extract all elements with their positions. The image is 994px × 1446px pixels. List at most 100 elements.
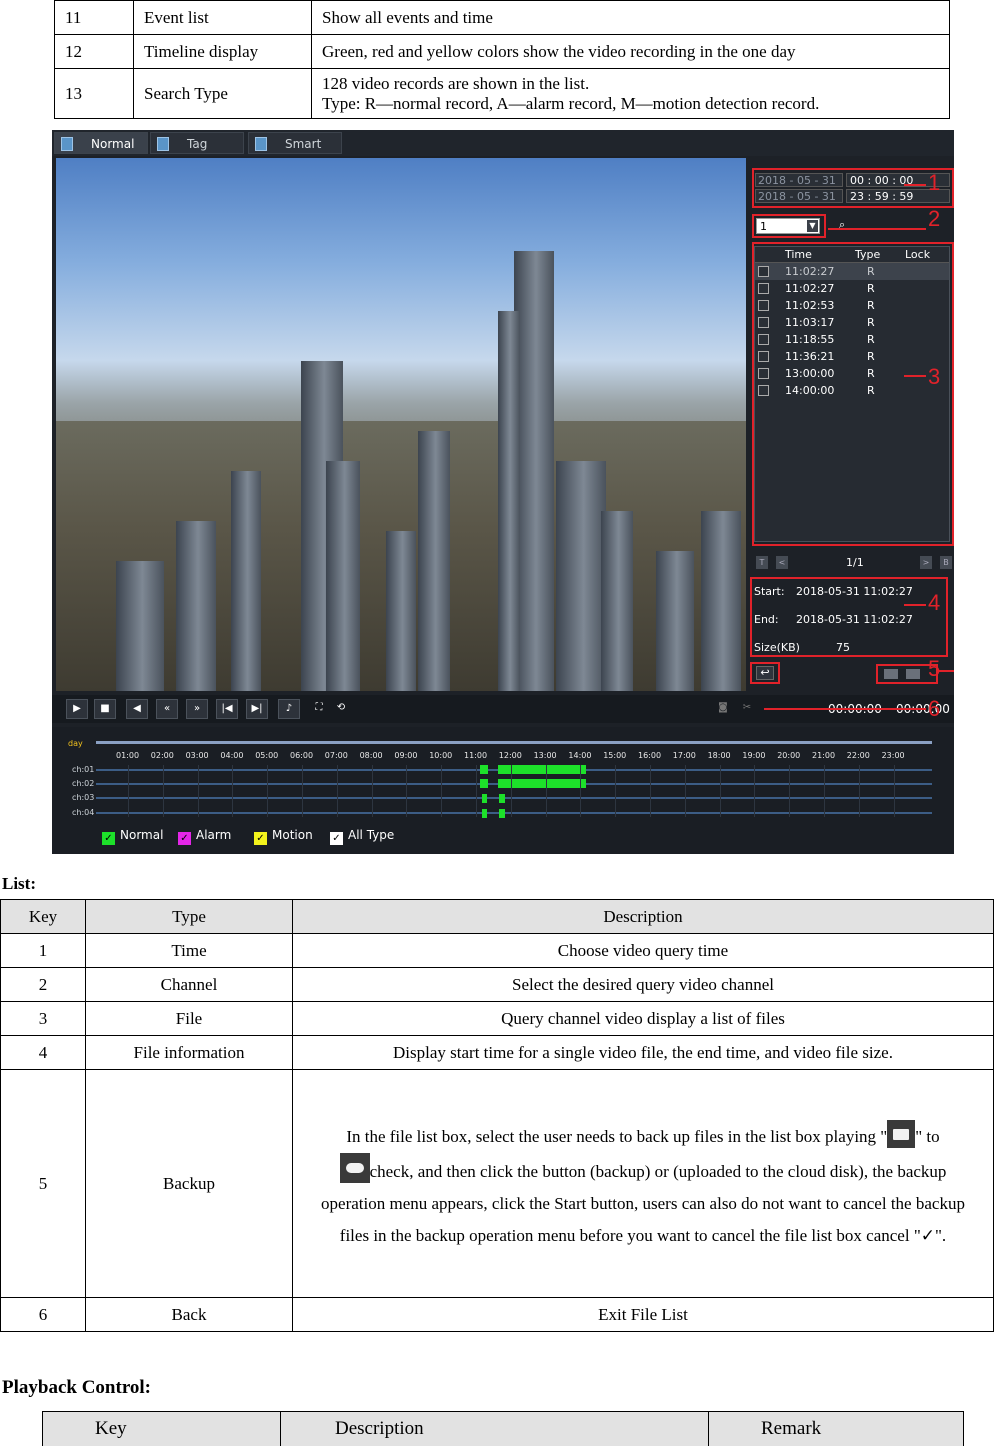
- row-type: File information: [85, 1035, 293, 1070]
- file-row[interactable]: 11:02:27 R: [755, 280, 949, 297]
- end-date-field[interactable]: 2018 - 05 - 31: [755, 189, 843, 203]
- hour-label: 01:00: [116, 751, 140, 760]
- previous-icon[interactable]: |◀: [216, 699, 238, 719]
- hour-label: 02:00: [150, 751, 174, 760]
- file-row[interactable]: 11:02:27 R: [755, 263, 949, 280]
- timeline[interactable]: day 01:00 02:00 03:00 04:00 05:00 06:00 07:00 0…: [52, 727, 954, 854]
- recording-segment: [482, 794, 487, 803]
- legend-alarm[interactable]: ✓ Alarm: [178, 828, 231, 845]
- column-header: Type: [85, 899, 293, 934]
- start-date-field[interactable]: 2018 - 05 - 31: [755, 173, 843, 187]
- file-row[interactable]: 11:18:55 R: [755, 331, 949, 348]
- callout-line: [828, 228, 926, 230]
- checkbox[interactable]: [758, 368, 769, 379]
- event-settings-table: 11 Event list Show all events and time 1…: [54, 0, 950, 119]
- fast-forward-icon[interactable]: »: [186, 699, 208, 719]
- hour-gridline: [128, 765, 129, 817]
- channel-select[interactable]: 1 ▼: [756, 218, 820, 234]
- row-description: Exit File List: [292, 1297, 994, 1332]
- tower: [701, 511, 741, 691]
- hour-label: 09:00: [394, 751, 418, 760]
- row-type: Back: [85, 1297, 293, 1332]
- channel-label: ch:02: [72, 779, 95, 788]
- hour-gridline: [336, 765, 338, 817]
- row-type: Channel: [85, 967, 293, 1002]
- channel-label: ch:01: [72, 765, 95, 774]
- checkbox[interactable]: [758, 334, 769, 345]
- checkbox[interactable]: [758, 266, 769, 277]
- row-key: 1: [0, 933, 86, 968]
- file-row[interactable]: 11:36:21 R: [755, 348, 949, 365]
- file-list-header: Time Type Lock: [755, 247, 949, 263]
- callout-number: 1: [928, 170, 941, 195]
- hour-label: 14:00: [568, 751, 592, 760]
- description-text: check, and then click the button (backup…: [321, 1161, 965, 1245]
- table-header-row: Key Type Description: [0, 899, 994, 934]
- video-view[interactable]: [56, 158, 746, 691]
- next-icon[interactable]: ▶|: [246, 699, 268, 719]
- file-info: Start: 2018-05-31 11:02:27 End: 2018-05-31…: [750, 579, 950, 655]
- hour-label: 03:00: [185, 751, 209, 760]
- tab-label: Normal: [91, 137, 135, 151]
- file-row[interactable]: 11:03:17 R: [755, 314, 949, 331]
- file-list-pager: T < 1/1 > B: [754, 556, 952, 572]
- checkbox[interactable]: [758, 385, 769, 396]
- legend-all-type[interactable]: ✓ All Type: [330, 828, 394, 845]
- loop-icon[interactable]: ⟲: [330, 699, 352, 719]
- channel-label: ch:04: [72, 808, 95, 817]
- callout-number: 4: [928, 590, 941, 615]
- hour-label: 20:00: [777, 751, 801, 760]
- row-key: 4: [0, 1035, 86, 1070]
- table-row: 12 Timeline display Green, red and yello…: [54, 34, 950, 69]
- callout-number: 3: [928, 364, 941, 389]
- prev-page-button[interactable]: <: [776, 556, 788, 569]
- checkbox[interactable]: [758, 300, 769, 311]
- last-page-button[interactable]: B: [940, 556, 952, 569]
- column-header: Description: [280, 1411, 709, 1446]
- file-row[interactable]: 11:02:53 R: [755, 297, 949, 314]
- legend-normal[interactable]: ✓ Normal: [102, 828, 163, 845]
- volume-icon[interactable]: ♪: [278, 699, 300, 719]
- tower: [656, 551, 694, 691]
- tower: [418, 431, 450, 691]
- checkbox[interactable]: [758, 351, 769, 362]
- legend-motion[interactable]: ✓ Motion: [254, 828, 313, 845]
- table-row: 5 Backup In the file list box, select th…: [0, 1069, 994, 1298]
- callout-number: 5: [928, 656, 941, 681]
- tower: [601, 511, 633, 691]
- clip-icon[interactable]: ✂: [736, 699, 758, 719]
- tab-tag[interactable]: Tag: [150, 132, 244, 154]
- folder-icon: [887, 1119, 916, 1148]
- column-header: Lock: [905, 248, 931, 261]
- tab-smart[interactable]: Smart: [248, 132, 342, 154]
- row-description: 128 video records are shown in the list.…: [311, 68, 950, 119]
- back-icon[interactable]: ↩: [756, 666, 774, 680]
- file-list[interactable]: Time Type Lock 11:02:27 R 11:02:27 R 11:02…: [754, 246, 950, 542]
- hour-label: 18:00: [707, 751, 731, 760]
- backup-folder-icon[interactable]: [884, 669, 898, 679]
- tab-normal[interactable]: Normal: [54, 132, 148, 154]
- next-page-button[interactable]: >: [920, 556, 932, 569]
- checkbox[interactable]: [758, 317, 769, 328]
- first-page-button[interactable]: T: [756, 556, 768, 569]
- tower: [231, 471, 261, 691]
- recording-segment: [480, 779, 488, 788]
- hour-label: 12:00: [498, 751, 522, 760]
- step-back-icon[interactable]: ◀: [126, 699, 148, 719]
- file-row[interactable]: 13:00:00 R: [755, 365, 949, 382]
- file-row[interactable]: 14:00:00 R: [755, 382, 949, 399]
- rewind-icon[interactable]: «: [156, 699, 178, 719]
- hour-gridline: [441, 765, 443, 817]
- file-time: 11:02:53: [785, 299, 835, 312]
- hour-gridline: [197, 765, 199, 817]
- stop-icon[interactable]: ■: [94, 699, 116, 719]
- snapshot-icon[interactable]: ◙: [712, 699, 734, 719]
- hour-gridline: [858, 765, 860, 817]
- cloud-upload-icon[interactable]: [906, 669, 920, 679]
- description-text: In the file list box, select the user ne…: [346, 1126, 888, 1146]
- hour-gridline: [371, 765, 373, 817]
- hour-gridline: [406, 765, 408, 817]
- play-icon[interactable]: ▶: [66, 699, 88, 719]
- fullscreen-icon[interactable]: ⛶: [308, 699, 330, 719]
- checkbox[interactable]: [758, 283, 769, 294]
